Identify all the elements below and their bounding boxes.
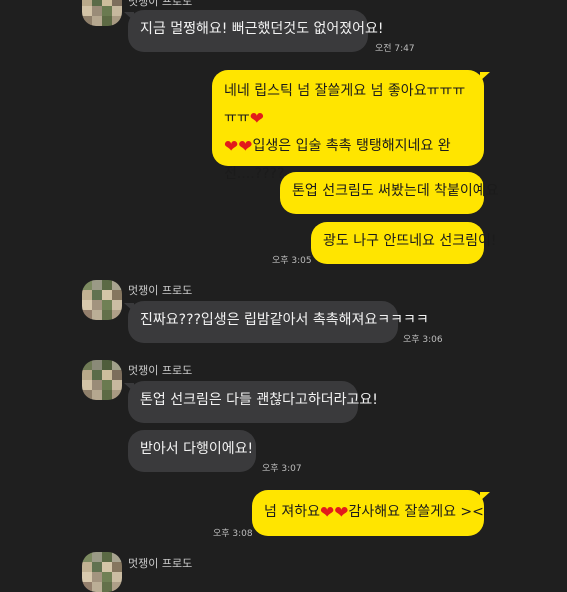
sender-name: 멋쟁이 프로도	[128, 557, 193, 570]
bubble-tail	[480, 492, 490, 501]
message-sent-1[interactable]: 네네 립스틱 넘 잘쓸게요 넘 좋아요ㅠㅠㅠㅠㅠ❤ ❤❤입생은 입술 촉촉 탱탱…	[212, 70, 484, 182]
sender-avatar[interactable]	[82, 360, 122, 400]
message-text: 톤업 선크림도 써봤는데 착붙이예요	[292, 183, 499, 199]
message-time: 오후 3:05	[272, 256, 312, 266]
sender-avatar[interactable]	[82, 552, 122, 592]
message-text: 진짜요???입생은 립밤같아서 촉촉해져요ㅋㅋㅋㅋ	[140, 312, 429, 328]
message-received-2[interactable]: 진짜요???입생은 립밤같아서 촉촉해져요ㅋㅋㅋㅋ	[128, 301, 429, 343]
heart-emoji-icon: ❤	[334, 503, 349, 523]
message-time: 오후 3:08	[213, 529, 253, 539]
message-sent-4[interactable]: 넘 져하요❤❤감사해요 잘쓸게요 ><	[252, 490, 484, 536]
message-received-3[interactable]: 톤업 선크림은 다들 괜찮다고하더라고요!	[128, 381, 378, 423]
sender-avatar[interactable]	[82, 0, 122, 26]
message-received-1[interactable]: 지금 멀쩡해요! 뻐근했던것도 없어졌어요!	[128, 10, 384, 52]
sender-name: 멋쟁이 프로도	[128, 0, 193, 8]
bubble-tail	[480, 72, 490, 81]
message-received-4[interactable]: 받아서 다행이에요!	[128, 430, 256, 472]
sender-name: 멋쟁이 프로도	[128, 284, 193, 297]
message-sent-2[interactable]: 톤업 선크림도 써봤는데 착붙이예요	[280, 172, 499, 214]
message-text: 받아서 다행이에요!	[140, 441, 254, 457]
message-text: 톤업 선크림은 다들 괜찮다고하더라고요!	[140, 392, 378, 408]
message-text: 입생은 입술 촉촉 탱탱해지네요 완	[252, 138, 451, 154]
heart-emoji-icon: ❤	[249, 109, 265, 129]
heart-emoji-icon: ❤	[319, 503, 335, 523]
message-time: 오후 3:06	[403, 335, 443, 345]
message-time: 오전 7:47	[375, 44, 415, 54]
message-text: 지금 멀쩡해요! 뻐근했던것도 없어졌어요!	[140, 21, 384, 37]
message-time: 오후 3:07	[262, 464, 302, 474]
sender-avatar[interactable]	[82, 280, 122, 320]
message-text: 광도 나구 안뜨네요 선크림이!	[323, 233, 497, 249]
heart-emoji-icon: ❤	[238, 137, 253, 157]
message-text: 넘 져하요	[264, 504, 320, 520]
heart-emoji-icon: ❤	[224, 137, 239, 157]
message-sent-3[interactable]: 광도 나구 안뜨네요 선크림이!	[311, 222, 497, 264]
message-text: 감사해요 잘쓸게요 ><	[348, 504, 484, 520]
sender-name: 멋쟁이 프로도	[128, 364, 193, 377]
